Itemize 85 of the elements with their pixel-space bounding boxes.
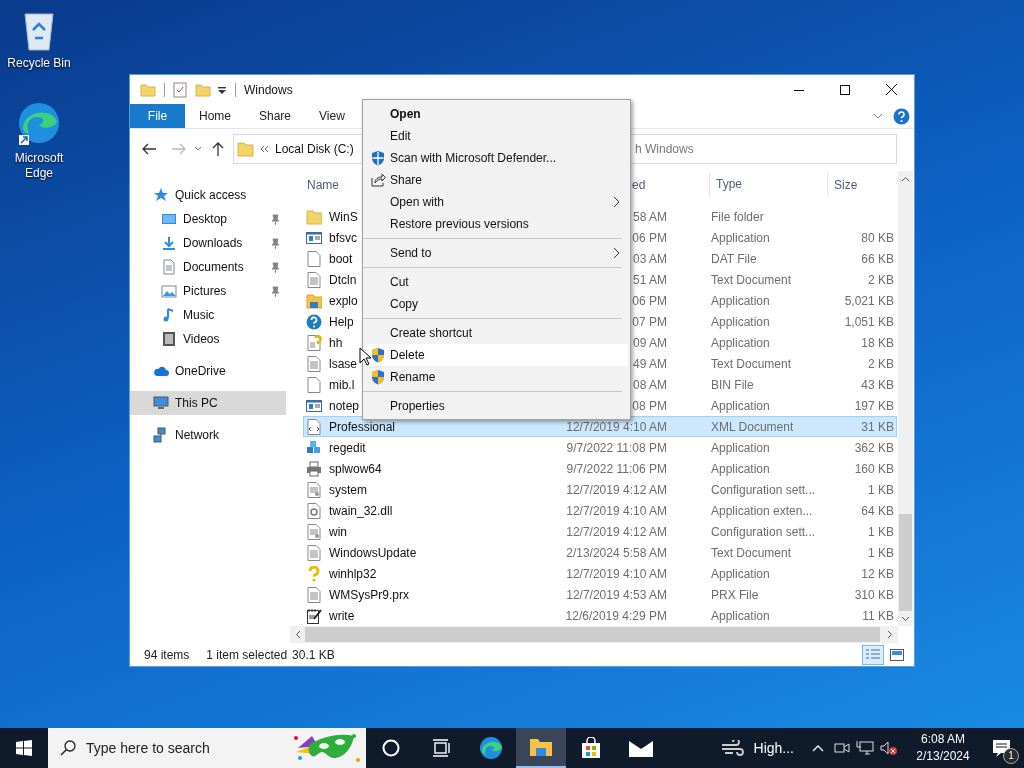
file-name: win <box>329 523 347 541</box>
size-cell-text: 1 KB <box>867 544 894 562</box>
date-cell-text: 06 PM <box>632 292 667 310</box>
size-cell-text: 12 KB <box>860 565 894 583</box>
type-cell-text: File folder <box>711 208 765 226</box>
type-cell-text: Application <box>711 607 771 625</box>
type-cell-text: Application exten... <box>711 502 814 520</box>
file-name: splwow64 <box>329 460 382 478</box>
date-cell-text: 12/6/2019 4:29 PM <box>565 607 667 625</box>
file-name: regedit <box>329 439 366 457</box>
file-name: boot <box>329 250 353 268</box>
date-cell-text: 03 AM <box>632 250 667 268</box>
size-cell-text: 310 KB <box>853 586 894 604</box>
date-cell-text: 51 AM <box>632 271 667 289</box>
type-cell-text: Configuration sett... <box>711 523 817 541</box>
file-name: lsase <box>329 355 357 373</box>
file-name: write <box>329 607 355 625</box>
file-name: notep <box>329 397 360 415</box>
file-name: explo <box>329 292 358 310</box>
size-cell-text: 2 KB <box>867 355 894 373</box>
size-cell-text: 1 KB <box>867 481 894 499</box>
size-cell-text: 64 KB <box>860 502 894 520</box>
size-cell-text: 197 KB <box>853 397 894 415</box>
selection-size: 30.1 KB <box>292 646 335 664</box>
type-cell-text: Configuration sett... <box>711 481 817 499</box>
file-name: Professional <box>329 418 396 436</box>
selection-count: 1 item selected <box>206 646 288 664</box>
file-name: WMSysPr9.prx <box>329 586 409 604</box>
type-cell-text: Text Document <box>711 544 793 562</box>
file-name: hh <box>329 334 343 352</box>
file-name: winhlp32 <box>329 565 377 583</box>
date-cell-text: 08 AM <box>632 376 667 394</box>
size-cell-text: 160 KB <box>853 460 894 478</box>
type-cell-text: XML Document <box>711 418 795 436</box>
file-name: system <box>329 481 367 499</box>
size-cell-text: 1 KB <box>867 523 894 541</box>
size-cell-text: 362 KB <box>853 439 894 457</box>
date-cell-text: 12/7/2019 4:10 AM <box>566 502 667 520</box>
date-cell-text: 08 PM <box>632 397 667 415</box>
date-cell-text: 12/7/2019 4:53 AM <box>566 586 667 604</box>
size-cell-text: 80 KB <box>860 229 894 247</box>
type-cell-text: Application <box>711 439 771 457</box>
type-cell-text: Application <box>711 565 771 583</box>
date-cell-text: 12/7/2019 4:10 AM <box>566 565 667 583</box>
type-cell-text: Text Document <box>711 355 793 373</box>
date-cell-text: 06 PM <box>632 229 667 247</box>
size-cell-text: 5,021 KB <box>843 292 894 310</box>
window-title: Windows <box>244 81 293 99</box>
type-cell-text: Text Document <box>711 271 793 289</box>
date-cell-text: 12/7/2019 4:12 AM <box>566 481 667 499</box>
file-name: mib.l <box>329 376 355 394</box>
type-cell-text: Application <box>711 334 771 352</box>
type-cell-text: Application <box>711 460 771 478</box>
size-cell-text: 1,051 KB <box>843 313 894 331</box>
notification-count-badge: 1 <box>1003 748 1019 764</box>
date-cell-text: 2/13/2024 5:58 AM <box>566 544 667 562</box>
date-cell-text: 58 AM <box>632 208 667 226</box>
file-name: Dtcln <box>329 271 357 289</box>
date-cell-text: 09 AM <box>632 334 667 352</box>
type-cell-text: Application <box>711 229 771 247</box>
type-cell-text: PRX File <box>711 586 760 604</box>
type-cell-text: DAT File <box>711 250 758 268</box>
file-name: twain_32.dll <box>329 502 393 520</box>
type-cell-text: Application <box>711 397 771 415</box>
date-cell-text: 12/7/2019 4:10 AM <box>566 418 667 436</box>
date-cell-text: 12/7/2019 4:12 AM <box>566 523 667 541</box>
size-cell-text: 66 KB <box>860 250 894 268</box>
size-cell-text: 11 KB <box>861 607 894 625</box>
date-cell-text: 9/7/2022 11:08 PM <box>566 439 667 457</box>
size-cell-text: 31 KB <box>860 418 894 436</box>
size-cell-text: 43 KB <box>860 376 894 394</box>
file-name: WindowsUpdate <box>329 544 417 562</box>
type-cell-text: BIN File <box>711 376 755 394</box>
file-name: WinS <box>329 208 358 226</box>
item-count: 94 items <box>144 646 190 664</box>
size-cell-text: 2 KB <box>867 271 894 289</box>
type-cell-text: Application <box>711 313 771 331</box>
date-cell-text: 49 AM <box>632 355 667 373</box>
file-name: Help <box>329 313 354 331</box>
search-placeholder: h Windows <box>635 141 694 158</box>
date-cell-text: 07 PM <box>632 313 667 331</box>
date-cell-text: 9/7/2022 11:06 PM <box>566 460 667 478</box>
file-name: bfsvc <box>329 229 357 247</box>
type-cell-text: Application <box>711 292 771 310</box>
size-cell-text: 18 KB <box>860 334 894 352</box>
